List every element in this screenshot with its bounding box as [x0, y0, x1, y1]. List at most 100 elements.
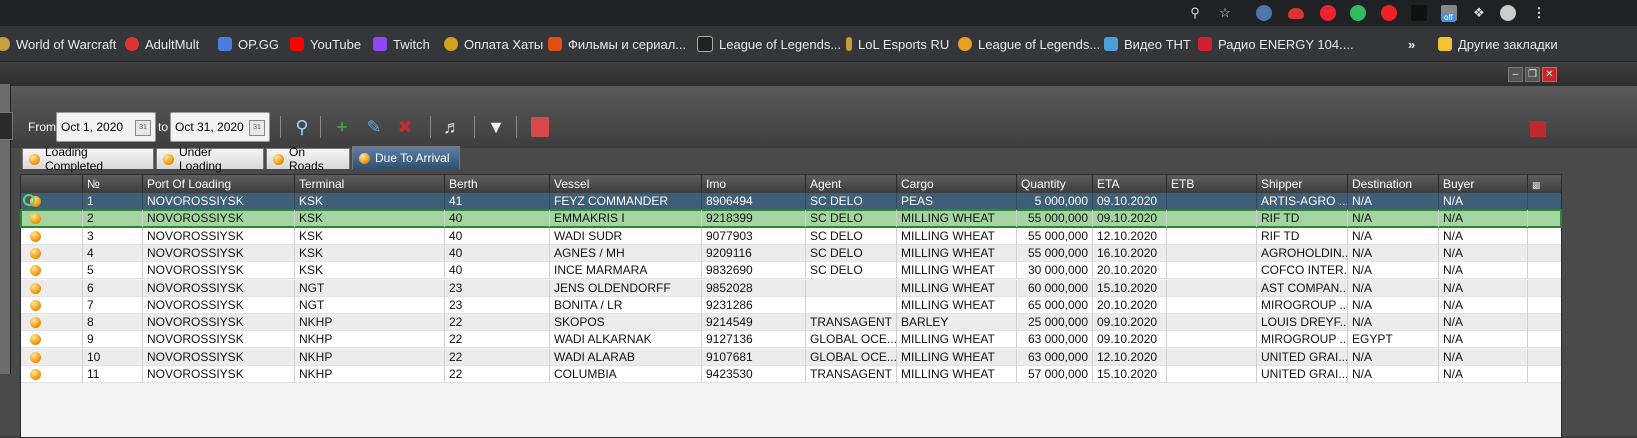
status-orb-icon	[30, 334, 41, 346]
header-cell[interactable]: ETA	[1093, 175, 1167, 193]
evernote-icon[interactable]	[1350, 5, 1366, 21]
delete-button[interactable]: ✖	[393, 115, 417, 139]
cube-icon[interactable]	[1411, 5, 1427, 21]
collapse-panel-button[interactable]	[0, 112, 13, 140]
table-cell: TRANSAGENT	[806, 314, 897, 332]
table-cell: 7	[83, 296, 143, 314]
status-orb-icon	[30, 317, 41, 329]
table-row[interactable]: 3 NOVOROSSIYSK KSK 40 WADI SUDR 9077903 SC DEL…	[21, 227, 1561, 245]
columns-button[interactable]: ♬	[440, 115, 464, 139]
vk-icon[interactable]	[1256, 5, 1272, 21]
table-cell: 22	[445, 348, 550, 366]
status-cell	[21, 366, 83, 383]
export-xls-button[interactable]	[528, 115, 552, 139]
zoom-icon[interactable]: ⚲	[1186, 4, 1204, 22]
filter-button[interactable]: ▼	[484, 115, 508, 139]
table-cell: 22	[445, 314, 550, 332]
column-chooser-icon[interactable]: ▩	[1528, 175, 1561, 193]
tab-under-loading[interactable]: Under Loading	[156, 145, 264, 173]
header-cell[interactable]: Destination	[1348, 175, 1439, 193]
table-row[interactable]: 5 NOVOROSSIYSK KSK 40 INCE MARMARA 9832690 SC …	[21, 262, 1561, 280]
close-button[interactable]: ✕	[1542, 67, 1557, 82]
bookmarks-more-button[interactable]: »	[1408, 34, 1415, 54]
from-date-input[interactable]: Oct 1, 2020 31	[56, 112, 156, 142]
bookmark-oplata[interactable]: Оплата Хаты	[444, 34, 543, 54]
table-cell: N/A	[1439, 279, 1528, 297]
kebab-menu-icon[interactable]: ⋮	[1530, 4, 1548, 22]
table-row[interactable]: 4 NOVOROSSIYSK KSK 40 AGNES / MH 9209116 SC DE…	[21, 244, 1561, 262]
table-cell: SC DELO	[806, 193, 897, 210]
shield-icon[interactable]	[1320, 5, 1336, 21]
off-badge-icon[interactable]: off	[1441, 5, 1457, 22]
table-cell: N/A	[1439, 314, 1528, 332]
play-icon[interactable]	[1381, 5, 1397, 21]
table-cell: 9832690	[702, 262, 806, 280]
bookmark-tnt[interactable]: Видео ТНТ	[1104, 34, 1191, 54]
tab-due-to-arrival[interactable]: Due To Arrival	[352, 146, 460, 169]
bookmark-label: Оплата Хаты	[464, 36, 544, 52]
other-bookmarks[interactable]: Другие закладки	[1438, 34, 1558, 54]
bookmark-opgg[interactable]: OP.GG	[218, 34, 279, 54]
star-icon[interactable]: ☆	[1216, 4, 1234, 22]
bookmark-films[interactable]: Фильмы и сериал...	[548, 34, 686, 54]
exit-button[interactable]	[1526, 117, 1550, 141]
table-cell: N/A	[1348, 244, 1439, 262]
table-row[interactable]: 6 NOVOROSSIYSK NGT 23 JENS OLDENDORFF 9852028…	[21, 279, 1561, 297]
calendar-icon[interactable]: 31	[249, 120, 265, 136]
table-cell	[806, 279, 897, 297]
header-cell[interactable]: Terminal	[295, 175, 445, 193]
bookmark-lol-esports[interactable]: LoL Esports RU	[846, 34, 949, 54]
avatar[interactable]	[1500, 5, 1516, 21]
bookmark-lol-pb[interactable]: League of Legends...	[697, 34, 841, 54]
restore-button[interactable]: ❐	[1525, 67, 1540, 82]
bookmark-twitch[interactable]: Twitch	[373, 34, 430, 54]
table-cell	[1167, 227, 1257, 245]
bookmark-lol[interactable]: League of Legends...	[958, 34, 1100, 54]
minimize-button[interactable]: –	[1508, 67, 1523, 82]
table-row[interactable]: 10 NOVOROSSIYSK NKHP 22 WADI ALARAB 9107681 GL…	[21, 348, 1561, 366]
header-cell[interactable]: Imo	[702, 175, 806, 193]
header-cell[interactable]: Quantity	[1017, 175, 1093, 193]
header-cell[interactable]: Shipper	[1257, 175, 1348, 193]
lol-icon	[958, 37, 972, 51]
table-cell: 30 000,000	[1017, 262, 1093, 280]
bookmark-youtube[interactable]: YouTube	[290, 34, 361, 54]
header-cell[interactable]: Buyer	[1439, 175, 1528, 193]
tab-label: Under Loading	[179, 145, 222, 173]
calendar-icon[interactable]: 31	[135, 120, 151, 136]
cloud-icon[interactable]	[1288, 8, 1304, 19]
puzzle-icon[interactable]: ❖	[1470, 4, 1488, 22]
status-cell	[21, 210, 83, 228]
header-cell[interactable]: ETB	[1167, 175, 1257, 193]
table-cell: WADI ALARAB	[550, 348, 702, 366]
bookmark-wow[interactable]: World of Warcraft	[0, 34, 116, 54]
tab-loading-completed[interactable]: Loading Completed	[22, 145, 154, 173]
edit-button[interactable]: ✎	[362, 115, 386, 139]
table-row[interactable]: 9 NOVOROSSIYSK NKHP 22 WADI ALKARNAK 9127136 G…	[21, 331, 1561, 349]
to-date-value: Oct 31, 2020	[175, 120, 244, 134]
table-row[interactable]: 8 NOVOROSSIYSK NKHP 22 SKOPOS 9214549 TRANSAGE…	[21, 314, 1561, 332]
header-cell[interactable]: Cargo	[897, 175, 1017, 193]
toolbar-separator	[280, 116, 281, 138]
vessel-grid: № Port Of Loading Terminal Berth Vessel Imo Ag…	[20, 174, 1562, 438]
header-cell[interactable]: Port Of Loading	[143, 175, 295, 193]
header-cell[interactable]: Vessel	[550, 175, 702, 193]
header-cell-status[interactable]	[21, 175, 83, 193]
table-row[interactable]: 1 NOVOROSSIYSK KSK 41 FEYZ COMMANDER 8906494 S…	[21, 193, 1561, 210]
bookmark-radio[interactable]: Радио ENERGY 104....	[1198, 34, 1354, 54]
tab-on-roads[interactable]: On Roads	[266, 145, 350, 173]
bookmark-adultmult[interactable]: AdultMult	[125, 34, 199, 54]
table-row[interactable]: 7 NOVOROSSIYSK NGT 23 BONITA / LR 9231286 MILL…	[21, 296, 1561, 314]
search-button[interactable]: ⚲	[290, 115, 314, 139]
table-row[interactable]: 2 NOVOROSSIYSK KSK 40 EMMAKRIS I 9218399 SC DE…	[20, 209, 1562, 229]
header-cell[interactable]: Agent	[806, 175, 897, 193]
to-date-input[interactable]: Oct 31, 2020 31	[170, 112, 270, 142]
header-cell[interactable]: №	[83, 175, 143, 193]
table-cell: 15.10.2020	[1093, 366, 1167, 383]
table-cell: 6	[83, 279, 143, 297]
table-cell: N/A	[1348, 262, 1439, 280]
bookmark-label: LoL Esports RU	[858, 36, 950, 52]
table-row[interactable]: 11 NOVOROSSIYSK NKHP 22 COLUMBIA 9423530 TRANS…	[21, 366, 1561, 383]
add-button[interactable]: +	[330, 115, 354, 139]
header-cell[interactable]: Berth	[445, 175, 550, 193]
